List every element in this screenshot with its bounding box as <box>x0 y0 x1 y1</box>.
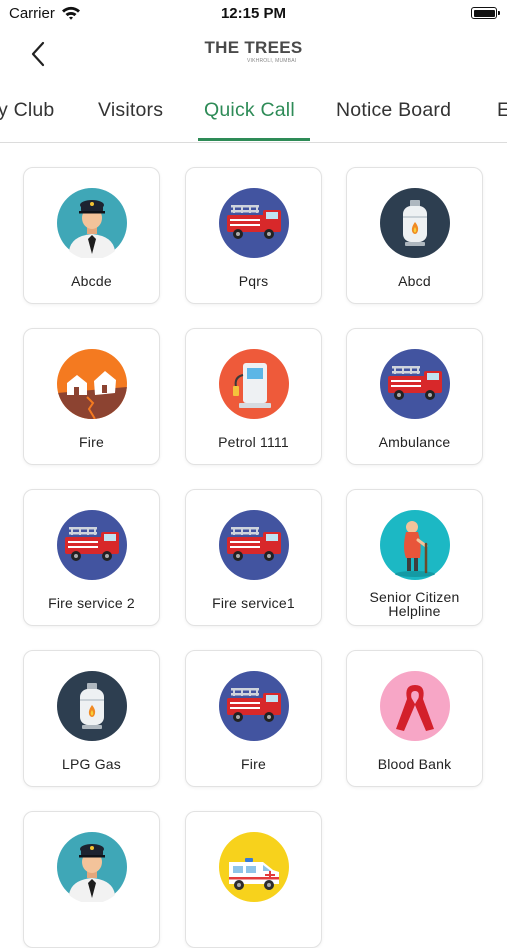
contact-label: Petrol 1111 <box>218 434 289 450</box>
contact-card[interactable]: Petrol 1111 <box>185 328 322 465</box>
tab-notice-board[interactable]: Notice Board <box>336 99 451 122</box>
contact-card[interactable]: Ambulance <box>346 328 483 465</box>
contact-label: Blood Bank <box>377 756 452 772</box>
battery-icon <box>471 7 500 19</box>
contact-label: Fire <box>79 434 104 450</box>
security-guard-icon <box>57 832 127 902</box>
contact-card[interactable] <box>185 811 322 948</box>
active-tab-indicator <box>198 138 310 141</box>
ambulance-van-icon <box>219 832 289 902</box>
brand-subtitle: VIKHROLI, MUMBAI <box>247 58 297 64</box>
contact-card[interactable]: Fire service1 <box>185 489 322 626</box>
contact-label: Fire <box>241 756 266 772</box>
contact-card[interactable]: Abcd <box>346 167 483 304</box>
tab-quick-call[interactable]: Quick Call <box>204 99 295 122</box>
gas-cylinder-icon <box>380 188 450 258</box>
contact-label: Ambulance <box>378 434 451 450</box>
contact-card[interactable]: Fire <box>23 328 160 465</box>
brand-title: THE TREES <box>204 38 303 57</box>
tab-visitors[interactable]: Visitors <box>98 99 163 122</box>
quick-call-grid: Abcde Pqrs Abcd Fire Petrol 1111 Ambulan… <box>0 142 507 948</box>
fire-truck-icon <box>380 349 450 419</box>
contact-card[interactable] <box>23 811 160 948</box>
tab-community-club[interactable]: y Club <box>0 99 54 122</box>
blood-ribbon-icon <box>380 671 450 741</box>
contact-label: Fire service1 <box>212 595 295 611</box>
tab-bar: y Club Visitors Quick Call Notice Board … <box>0 86 507 143</box>
contact-card[interactable]: Abcde <box>23 167 160 304</box>
header: THE TREES VIKHROLI, MUMBAI <box>0 28 507 80</box>
status-time: 12:15 PM <box>220 5 287 22</box>
earthquake-house-icon <box>57 349 127 419</box>
fire-truck-icon <box>219 510 289 580</box>
contact-label: Fire service 2 <box>48 595 135 611</box>
fire-truck-icon <box>219 671 289 741</box>
fuel-pump-icon <box>219 349 289 419</box>
contact-card[interactable]: Senior Citizen Helpline <box>346 489 483 626</box>
contact-label: Senior Citizen Helpline <box>369 589 460 619</box>
tab-next[interactable]: E <box>497 99 507 122</box>
contact-label: Abcde <box>71 273 112 289</box>
contact-card[interactable]: LPG Gas <box>23 650 160 787</box>
senior-citizen-icon <box>380 510 450 580</box>
contact-card[interactable]: Pqrs <box>185 167 322 304</box>
contact-card[interactable]: Blood Bank <box>346 650 483 787</box>
contact-label: Pqrs <box>238 273 269 289</box>
status-bar: Carrier 12:15 PM <box>0 0 507 28</box>
gas-cylinder-icon <box>57 671 127 741</box>
contact-card[interactable]: Fire <box>185 650 322 787</box>
fire-truck-icon <box>219 188 289 258</box>
contact-label: LPG Gas <box>62 756 121 772</box>
security-guard-icon <box>57 188 127 258</box>
fire-truck-icon <box>57 510 127 580</box>
contact-label: Abcd <box>398 273 431 289</box>
contact-card[interactable]: Fire service 2 <box>23 489 160 626</box>
